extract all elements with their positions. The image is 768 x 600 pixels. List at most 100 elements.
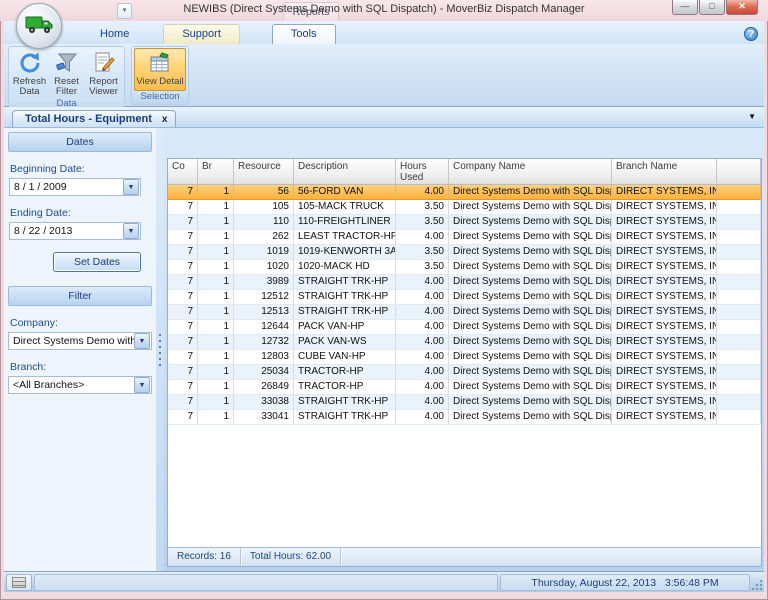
dates-panel-header[interactable]: Dates	[8, 132, 152, 152]
close-tab-icon[interactable]: x	[162, 114, 168, 125]
column-header-description[interactable]: Description	[294, 159, 396, 184]
table-row[interactable]: 713989STRAIGHT TRK-HP4.00Direct Systems …	[168, 275, 761, 290]
filter-panel-header[interactable]: Filter	[8, 286, 152, 306]
table-row[interactable]: 7112732PACK VAN-WS4.00Direct Systems Dem…	[168, 335, 761, 350]
app-menu-button[interactable]	[16, 3, 62, 49]
cell: STRAIGHT TRK-HP	[294, 290, 396, 305]
table-row[interactable]: 7112513STRAIGHT TRK-HP4.00Direct Systems…	[168, 305, 761, 320]
tab-home[interactable]: Home	[82, 25, 147, 44]
column-header-co[interactable]: Co	[168, 159, 198, 184]
cell: 1	[198, 380, 234, 395]
beginning-date-field[interactable]: 8 / 1 / 2009 ▼	[9, 178, 141, 196]
resize-grip[interactable]	[751, 579, 763, 591]
tab-total-hours-equipment[interactable]: Total Hours - Equipment x	[12, 110, 176, 127]
main-pane: CoBrResourceDescriptionHours UsedCompany…	[164, 128, 764, 571]
cell: DIRECT SYSTEMS, INC.	[612, 290, 717, 305]
cell: 26849	[234, 380, 294, 395]
titlebar: Reports NEWIBS (Direct Systems Demo with…	[0, 0, 768, 21]
column-header-br[interactable]: Br	[198, 159, 234, 184]
quick-access-toolbar-dropdown[interactable]: ▾	[117, 3, 132, 19]
cell-filler	[717, 365, 761, 380]
table-row[interactable]: 7112512STRAIGHT TRK-HP4.00Direct Systems…	[168, 290, 761, 305]
ending-date-dropdown-icon[interactable]: ▼	[123, 223, 139, 239]
help-icon[interactable]: ?	[744, 27, 758, 41]
cell: 262	[234, 230, 294, 245]
cell: 1	[198, 335, 234, 350]
splitter-handle[interactable]	[156, 128, 164, 571]
close-button[interactable]: ✕	[726, 0, 758, 15]
cell: 4.00	[396, 365, 449, 380]
cell: 3.50	[396, 245, 449, 260]
cell: DIRECT SYSTEMS, INC.	[612, 245, 717, 260]
cell: 7	[168, 380, 198, 395]
column-header-hours-used[interactable]: Hours Used	[396, 159, 449, 184]
tab-tools[interactable]: Tools	[272, 24, 336, 44]
table-row[interactable]: 7126849TRACTOR-HP4.00Direct Systems Demo…	[168, 380, 761, 395]
sidebar: Dates Beginning Date: 8 / 1 / 2009 ▼ End…	[4, 128, 156, 571]
table-row[interactable]: 7110201020-MACK HD3.50Direct Systems Dem…	[168, 260, 761, 275]
column-header-resource[interactable]: Resource	[234, 159, 294, 184]
branch-select[interactable]: <All Branches> ▼	[8, 376, 152, 394]
cell: 33041	[234, 410, 294, 425]
maximize-button[interactable]: □	[699, 0, 725, 15]
cell: 4.00	[396, 410, 449, 425]
reset-filter-button[interactable]: Reset Filter	[48, 48, 85, 98]
table-row[interactable]: 7125034TRACTOR-HP4.00Direct Systems Demo…	[168, 365, 761, 380]
cell: 3.50	[396, 215, 449, 230]
table-row[interactable]: 7133038STRAIGHT TRK-HP4.00Direct Systems…	[168, 395, 761, 410]
view-detail-button[interactable]: View Detail	[134, 48, 186, 91]
cell-filler	[717, 230, 761, 245]
table-row[interactable]: 7110191019-KENWORTH 3AXLE3.50Direct Syst…	[168, 245, 761, 260]
cell: 4.00	[396, 290, 449, 305]
cell: 1019-KENWORTH 3AXLE	[294, 245, 396, 260]
cell: STRAIGHT TRK-HP	[294, 305, 396, 320]
report-viewer-button[interactable]: Report Viewer	[85, 48, 122, 98]
cell: 1	[198, 365, 234, 380]
cell: 12513	[234, 305, 294, 320]
filter-icon	[54, 51, 80, 75]
column-header-company-name[interactable]: Company Name	[449, 159, 612, 184]
cell: Direct Systems Demo with SQL Dispatch	[449, 320, 612, 335]
column-header-branch-name[interactable]: Branch Name	[612, 159, 717, 184]
cell: 1	[198, 245, 234, 260]
cell-filler	[717, 290, 761, 305]
table-row[interactable]: 71110110-FREIGHTLINER3.50Direct Systems …	[168, 215, 761, 230]
company-value: Direct Systems Demo with SQL D	[9, 335, 134, 347]
table-row[interactable]: 7133041STRAIGHT TRK-HP4.00Direct Systems…	[168, 410, 761, 425]
cell: PACK VAN-WS	[294, 335, 396, 350]
table-row[interactable]: 71105105-MACK TRUCK3.50Direct Systems De…	[168, 200, 761, 215]
status-datetime: Thursday, August 22, 2013 3:56:48 PM	[500, 574, 750, 591]
refresh-data-button[interactable]: Refresh Data	[11, 48, 48, 98]
cell: 1	[198, 305, 234, 320]
cell: DIRECT SYSTEMS, INC.	[612, 395, 717, 410]
branch-dropdown-icon[interactable]: ▼	[134, 377, 150, 393]
beginning-date-label: Beginning Date:	[10, 163, 153, 175]
tab-support[interactable]: Support	[163, 24, 240, 44]
cell-filler	[717, 410, 761, 425]
cell: Direct Systems Demo with SQL Dispatch	[449, 410, 612, 425]
beginning-date-dropdown-icon[interactable]: ▼	[123, 179, 139, 195]
records-count: Records: 16	[168, 548, 241, 566]
company-select[interactable]: Direct Systems Demo with SQL D ▼	[8, 332, 152, 350]
table-row[interactable]: 715656-FORD VAN4.00Direct Systems Demo w…	[168, 185, 761, 200]
cell: 1	[198, 260, 234, 275]
cell: 105-MACK TRUCK	[294, 200, 396, 215]
minimize-button[interactable]: —	[672, 0, 698, 15]
tab-list-dropdown-icon[interactable]: ▼	[748, 112, 756, 121]
set-dates-button[interactable]: Set Dates	[53, 252, 141, 272]
ending-date-field[interactable]: 8 / 22 / 2013 ▼	[9, 222, 141, 240]
ending-date-value: 8 / 22 / 2013	[10, 225, 123, 237]
app-window: Reports NEWIBS (Direct Systems Demo with…	[0, 0, 768, 600]
cell: Direct Systems Demo with SQL Dispatch	[449, 230, 612, 245]
cell-filler	[717, 260, 761, 275]
cell: DIRECT SYSTEMS, INC.	[612, 185, 717, 200]
cell: 1	[198, 230, 234, 245]
table-row[interactable]: 7112803CUBE VAN-HP4.00Direct Systems Dem…	[168, 350, 761, 365]
table-row[interactable]: 71262LEAST TRACTOR-HP4.00Direct Systems …	[168, 230, 761, 245]
cell: 7	[168, 260, 198, 275]
cell-filler	[717, 335, 761, 350]
company-dropdown-icon[interactable]: ▼	[134, 333, 150, 349]
cell: 110-FREIGHTLINER	[294, 215, 396, 230]
table-row[interactable]: 7112644PACK VAN-HP4.00Direct Systems Dem…	[168, 320, 761, 335]
cell: Direct Systems Demo with SQL Dispatch	[449, 305, 612, 320]
